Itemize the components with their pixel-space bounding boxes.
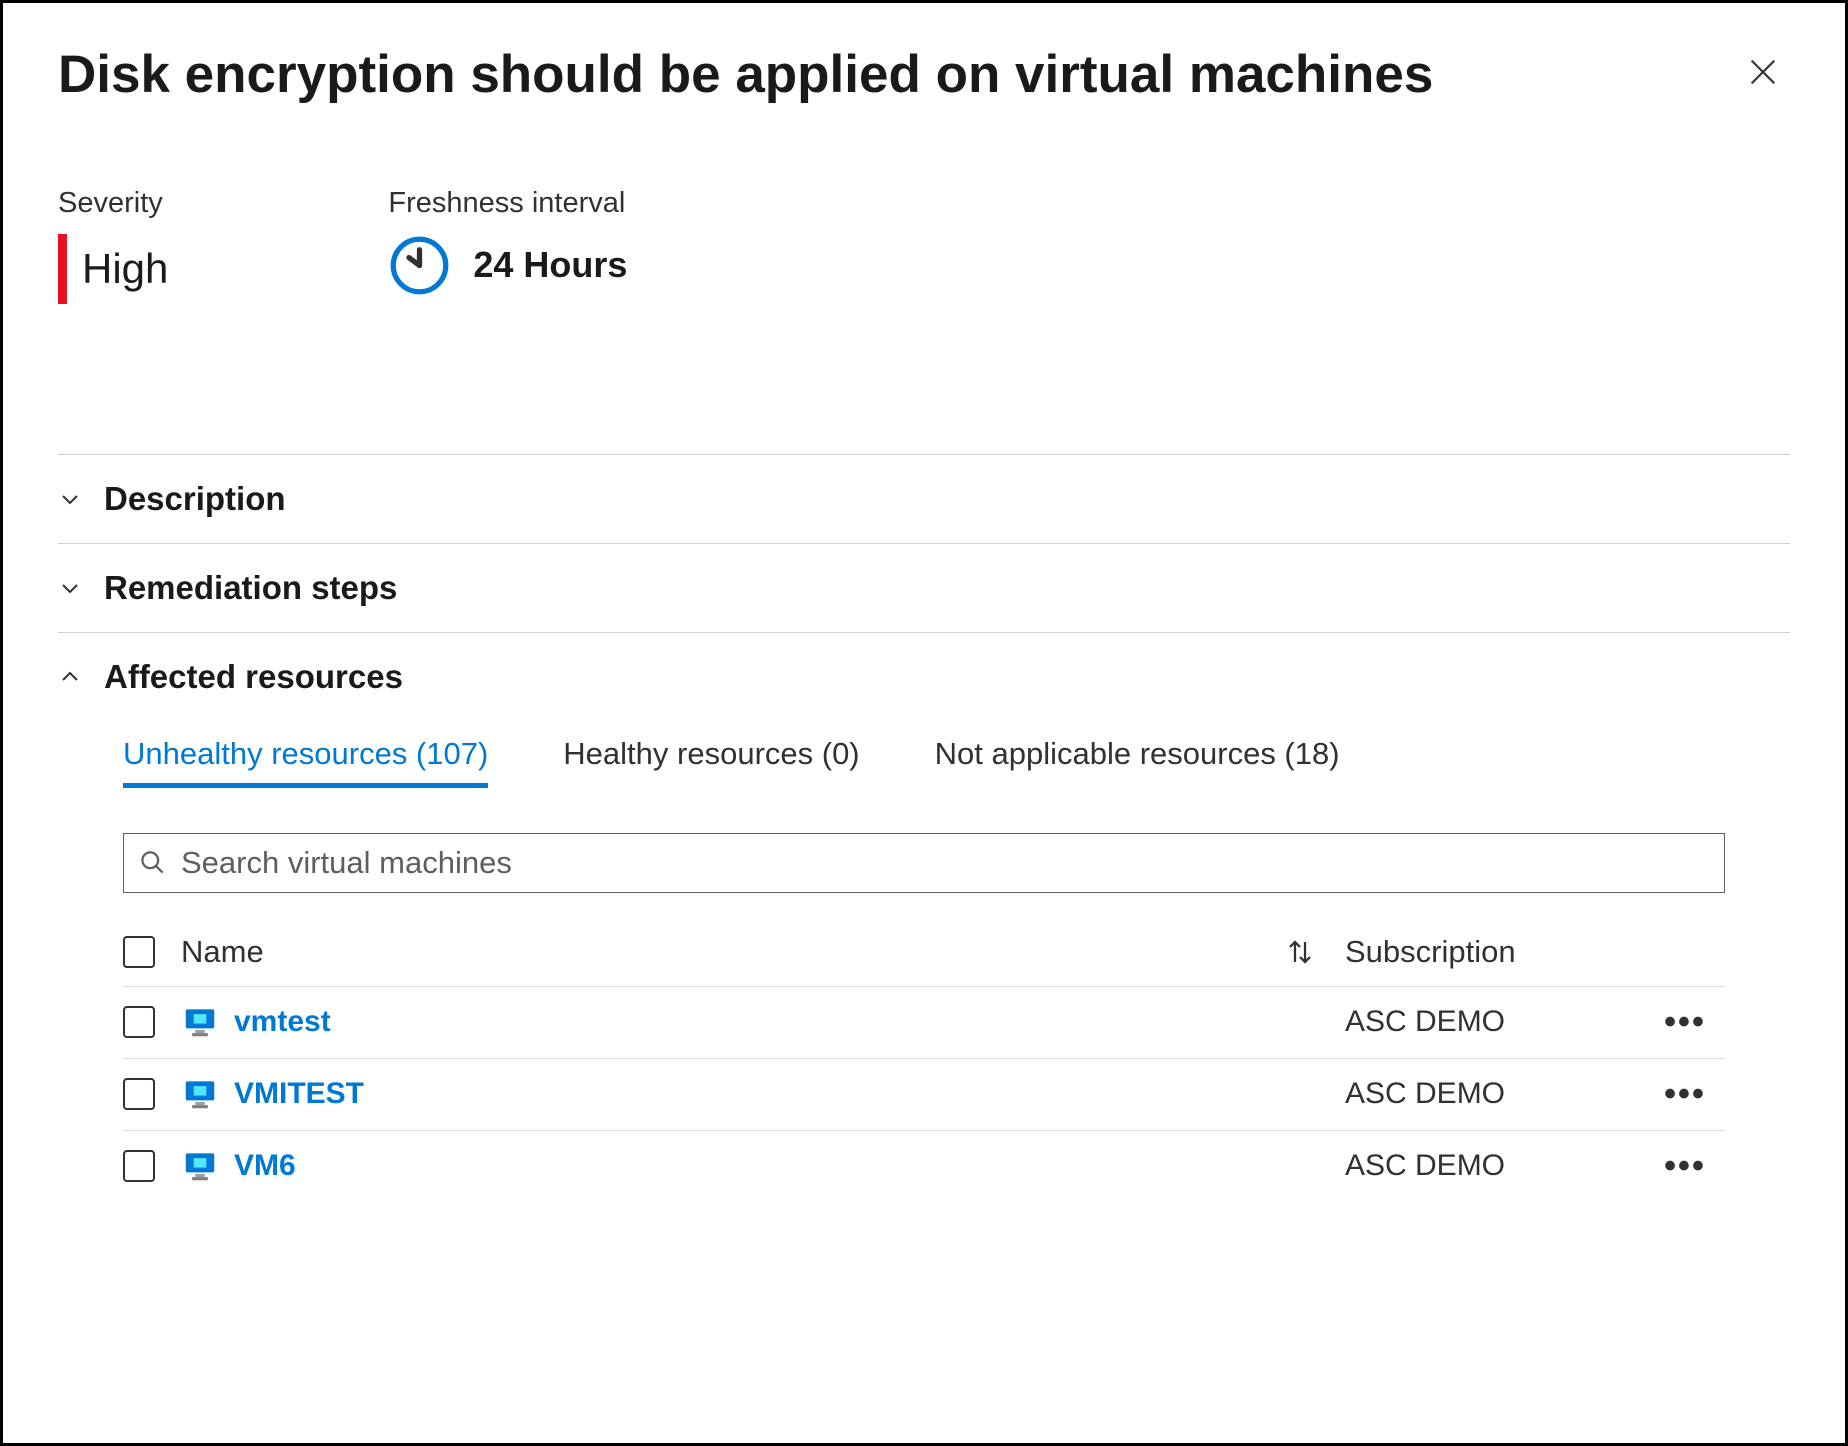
search-box[interactable] [123, 833, 1725, 893]
tab-unhealthy[interactable]: Unhealthy resources (107) [123, 736, 488, 788]
search-input[interactable] [181, 845, 1709, 881]
row-checkbox[interactable] [123, 1078, 155, 1110]
sort-icon[interactable] [1285, 937, 1315, 967]
section-remediation-toggle[interactable]: Remediation steps [58, 569, 1790, 607]
freshness-text: 24 Hours [473, 244, 627, 286]
subscription-text: ASC DEMO [1345, 1005, 1505, 1038]
close-button[interactable] [1736, 51, 1790, 99]
info-row: Severity High Freshness interval 24 Hour… [58, 187, 1790, 304]
freshness-label: Freshness interval [388, 187, 627, 220]
freshness-value: 24 Hours [388, 234, 627, 297]
resource-tabs: Unhealthy resources (107) Healthy resour… [123, 736, 1725, 788]
severity-text: High [82, 245, 168, 293]
section-affected-toggle[interactable]: Affected resources [58, 658, 1790, 696]
section-remediation: Remediation steps [58, 543, 1790, 632]
vm-icon [181, 1003, 219, 1041]
section-description-title: Description [104, 480, 286, 518]
table-row: VM6 ASC DEMO ••• [123, 1131, 1725, 1202]
close-icon [1746, 55, 1780, 89]
row-checkbox[interactable] [123, 1150, 155, 1182]
chevron-down-icon [58, 487, 82, 511]
page-title: Disk encryption should be applied on vir… [58, 43, 1433, 107]
section-description-toggle[interactable]: Description [58, 480, 1790, 518]
vm-name-link[interactable]: VM6 [234, 1149, 296, 1183]
severity-label: Severity [58, 187, 168, 220]
row-menu-button[interactable]: ••• [1664, 1147, 1706, 1186]
row-menu-button[interactable]: ••• [1664, 1003, 1706, 1042]
vm-icon [181, 1075, 219, 1113]
table-header: Name Subscription [123, 918, 1725, 987]
vm-name-link[interactable]: VMITEST [234, 1077, 364, 1111]
tab-not-applicable[interactable]: Not applicable resources (18) [935, 736, 1340, 788]
chevron-up-icon [58, 665, 82, 689]
subscription-text: ASC DEMO [1345, 1149, 1505, 1182]
clock-icon [388, 234, 451, 297]
select-all-checkbox[interactable] [123, 936, 155, 968]
column-name[interactable]: Name [181, 934, 264, 970]
section-affected-title: Affected resources [104, 658, 403, 696]
severity-value: High [58, 234, 168, 304]
table-row: vmtest ASC DEMO ••• [123, 987, 1725, 1059]
subscription-text: ASC DEMO [1345, 1077, 1505, 1110]
vm-icon [181, 1147, 219, 1185]
affected-body: Unhealthy resources (107) Healthy resour… [58, 696, 1790, 1202]
severity-block: Severity High [58, 187, 168, 304]
chevron-down-icon [58, 576, 82, 600]
column-subscription[interactable]: Subscription [1345, 934, 1516, 969]
search-icon [139, 849, 166, 876]
severity-indicator [58, 234, 67, 304]
panel-header: Disk encryption should be applied on vir… [58, 43, 1790, 107]
table-row: VMITEST ASC DEMO ••• [123, 1059, 1725, 1131]
section-description: Description [58, 454, 1790, 543]
tab-healthy[interactable]: Healthy resources (0) [563, 736, 859, 788]
row-menu-button[interactable]: ••• [1664, 1075, 1706, 1114]
row-checkbox[interactable] [123, 1006, 155, 1038]
vm-name-link[interactable]: vmtest [234, 1005, 331, 1039]
section-remediation-title: Remediation steps [104, 569, 397, 607]
section-affected: Affected resources Unhealthy resources (… [58, 632, 1790, 1227]
freshness-block: Freshness interval 24 Hours [388, 187, 627, 304]
